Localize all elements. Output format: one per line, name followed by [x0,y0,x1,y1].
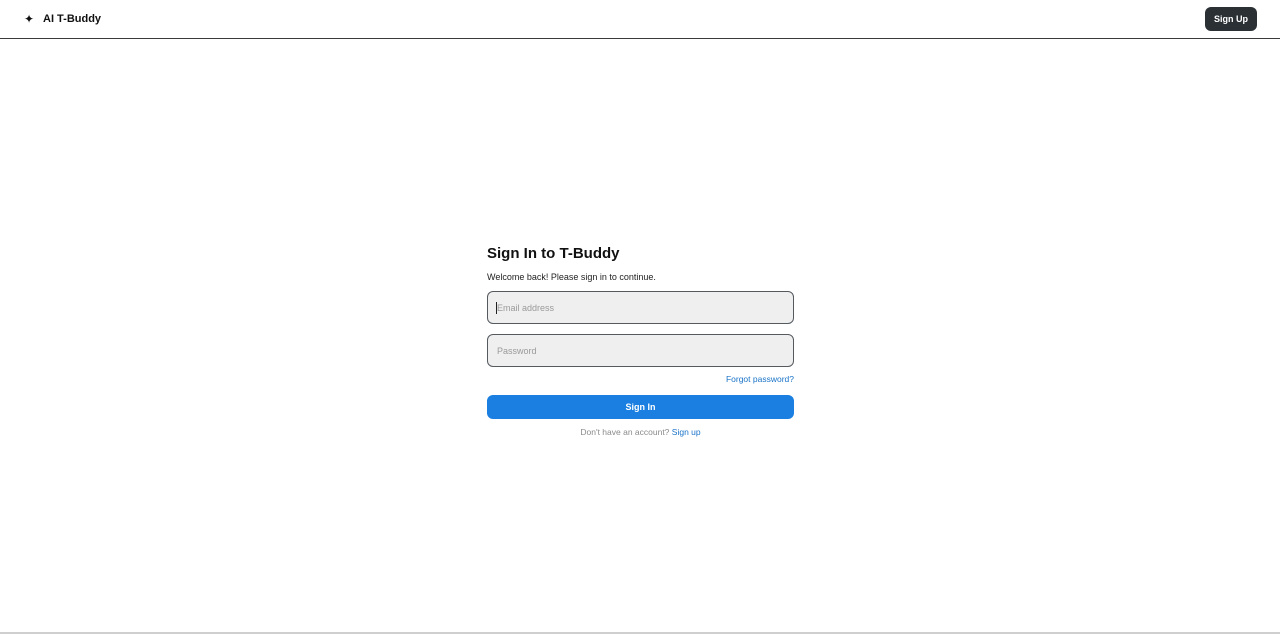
signin-button[interactable]: Sign In [487,395,794,419]
text-caret [496,302,497,314]
top-navbar: ✦ AI T-Buddy Sign Up [0,0,1280,39]
sparkle-icon: ✦ [24,12,35,26]
forgot-password-link[interactable]: Forgot password? [726,374,794,385]
signup-link[interactable]: Sign up [672,427,701,437]
signup-button[interactable]: Sign Up [1205,7,1257,31]
brand[interactable]: ✦ AI T-Buddy [24,12,101,26]
page-subtitle: Welcome back! Please sign in to continue… [487,272,656,282]
brand-name: AI T-Buddy [43,13,102,25]
page-title: Sign In to T-Buddy [487,245,620,262]
password-field[interactable] [487,334,794,367]
signup-prompt: Don't have an account? Sign up [487,427,794,438]
email-field[interactable] [487,291,794,324]
no-account-text: Don't have an account? [580,427,672,437]
